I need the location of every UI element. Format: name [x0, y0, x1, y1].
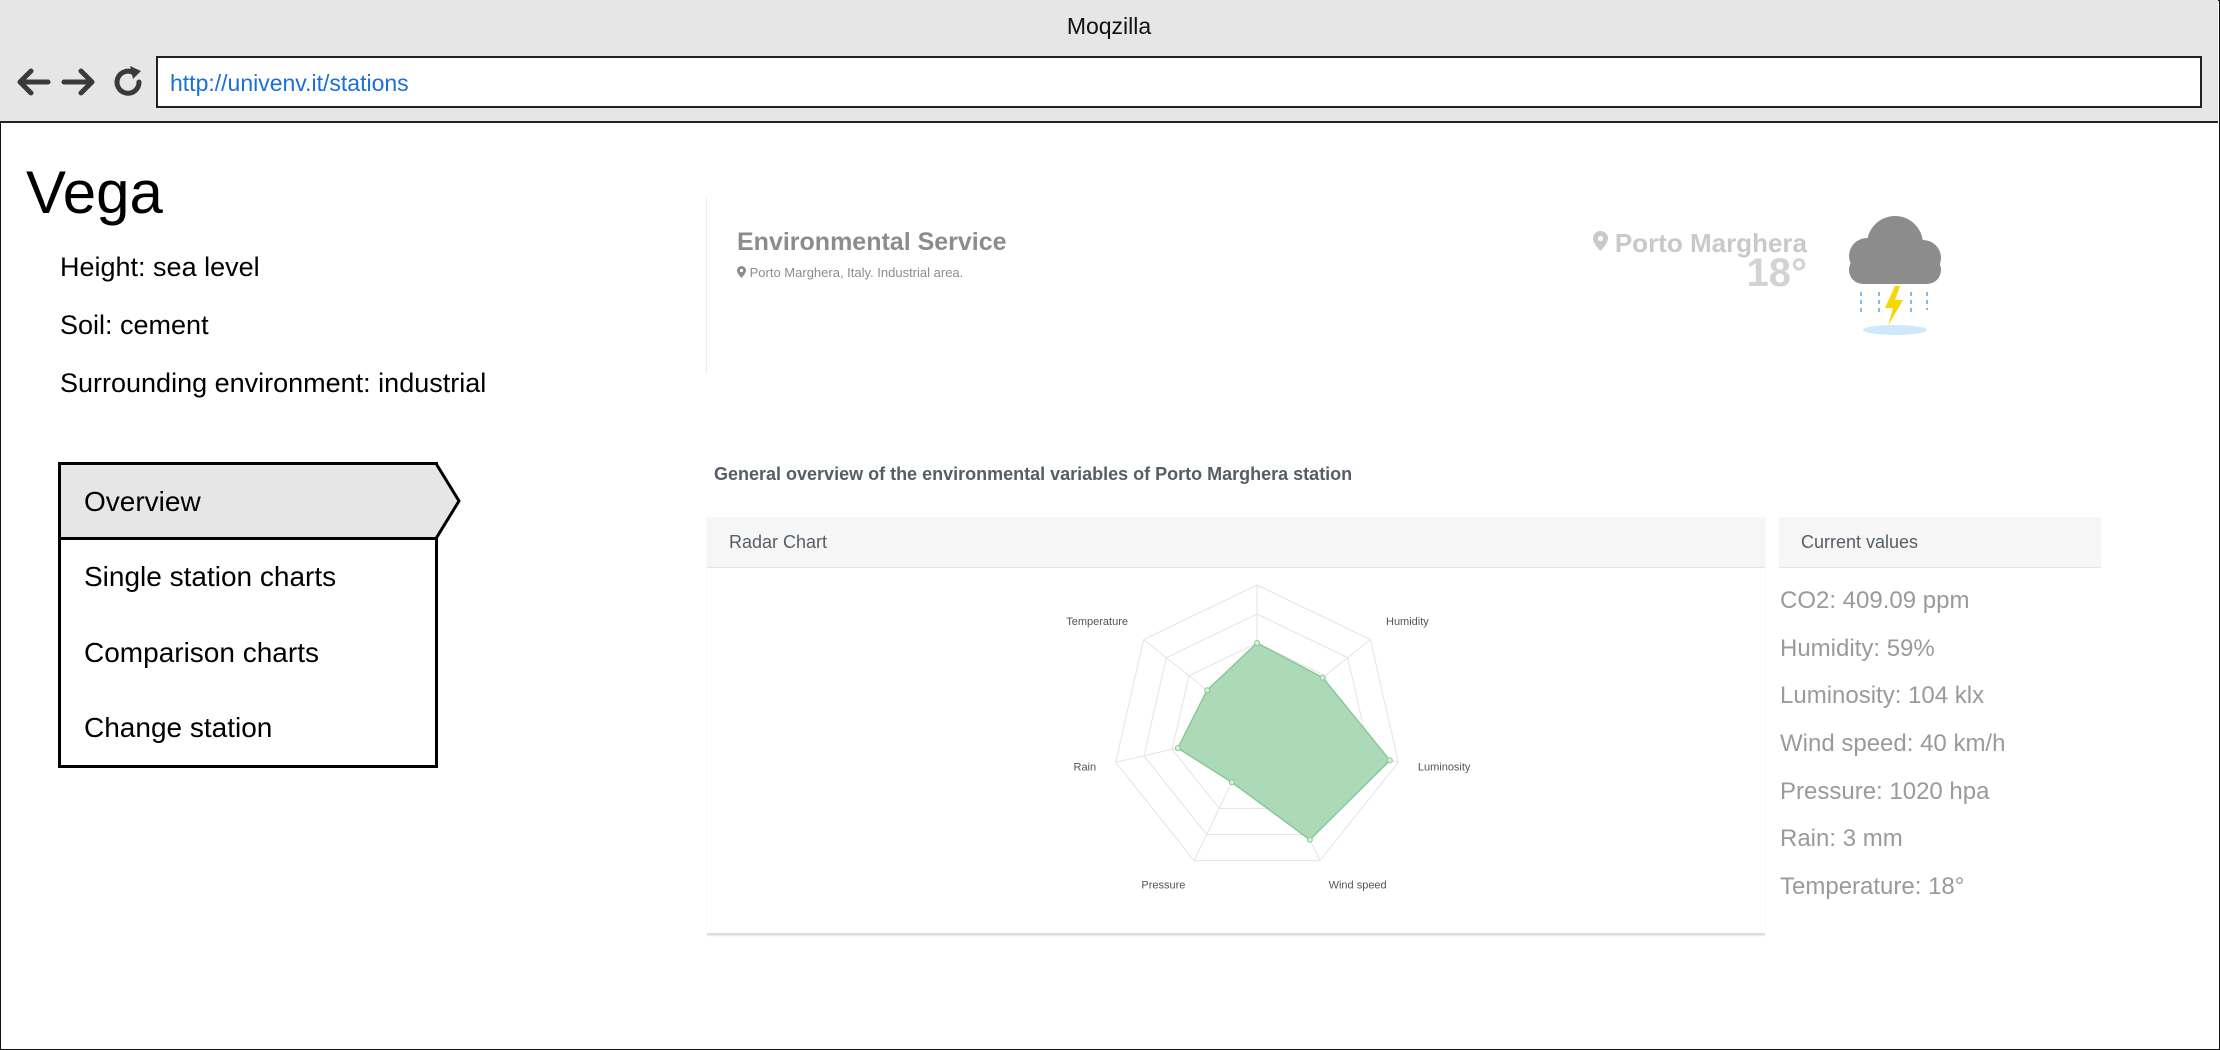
radar-point [1174, 745, 1181, 752]
station-menu: Overview Single station charts Compariso… [58, 462, 461, 770]
window-title: Moqzilla [1066, 13, 1152, 39]
reload-icon[interactable] [108, 62, 148, 102]
map-pin-icon [737, 266, 746, 278]
radar-point [1228, 779, 1235, 786]
current-temperature: 18° [1746, 251, 1808, 295]
station-name: Vega [26, 159, 163, 226]
radar-axis-label: Wind speed [1329, 880, 1387, 892]
thunderstorm-cloud-icon [1849, 216, 1941, 335]
value-co2: CO2: 409.09 ppm [1780, 587, 1970, 614]
menu-item-change-station[interactable]: Change station [84, 712, 272, 744]
station-height: Height: sea level [60, 252, 260, 282]
menu-item-single-station-charts[interactable]: Single station charts [84, 561, 336, 593]
radar-axis-label: Pressure [1141, 880, 1185, 892]
radar-axis-label: Luminosity [1418, 762, 1471, 774]
radar-panel-header: Radar Chart [707, 517, 1765, 568]
values-panel-title: Current values [1801, 532, 1919, 552]
station-environment: Surrounding environment: industrial [60, 368, 487, 398]
menu-item-overview[interactable]: Overview [84, 486, 201, 518]
radar-axis-label: Rain [1074, 762, 1097, 774]
station-soil: Soil: cement [60, 310, 209, 340]
radar-point [1319, 674, 1326, 681]
service-subtitle-text: Porto Marghera, Italy. Industrial area. [749, 265, 964, 280]
value-temperature: Temperature: 18° [1780, 873, 1965, 900]
back-arrow-icon[interactable] [12, 62, 52, 102]
current-values-panel: Current values CO2: 409.09 ppm Humidity:… [1779, 517, 2101, 907]
radar-axis-label: Temperature [1066, 616, 1128, 628]
radar-series-area [1176, 642, 1391, 841]
radar-point [1254, 640, 1260, 646]
service-card: Environmental Service Porto Marghera, It… [706, 198, 1987, 374]
menu-item-comparison-charts[interactable]: Comparison charts [84, 637, 319, 669]
overview-description: General overview of the environmental va… [714, 464, 1353, 484]
radar-axis-label: Humidity [1386, 616, 1429, 628]
value-wind-speed: Wind speed: 40 km/h [1780, 730, 2006, 757]
service-title: Environmental Service [737, 228, 1007, 256]
service-subtitle: Porto Marghera, Italy. Industrial area. [737, 265, 963, 280]
map-pin-icon [1592, 231, 1608, 251]
radar-point [1386, 757, 1393, 764]
value-humidity: Humidity: 59% [1780, 635, 1935, 662]
radar-chart-panel: Radar Chart CO2HumidityLuminosityWind sp… [707, 517, 1765, 935]
browser-toolbar: Moqzilla http://univenv.it/stations [0, 0, 2218, 123]
url-bar[interactable]: http://univenv.it/stations [156, 56, 2202, 108]
value-pressure: Pressure: 1020 hpa [1780, 778, 1990, 805]
value-luminosity: Luminosity: 104 klx [1780, 682, 1985, 709]
radar-chart: CO2HumidityLuminosityWind speedPressureR… [1066, 584, 1471, 892]
radar-panel-title: Radar Chart [729, 532, 828, 552]
radar-point [1204, 687, 1211, 694]
value-rain: Rain: 3 mm [1780, 825, 1903, 852]
url-text: http://univenv.it/stations [170, 70, 409, 96]
values-panel-header: Current values [1779, 517, 2101, 568]
radar-point [1306, 836, 1313, 843]
forward-arrow-icon[interactable] [60, 62, 100, 102]
